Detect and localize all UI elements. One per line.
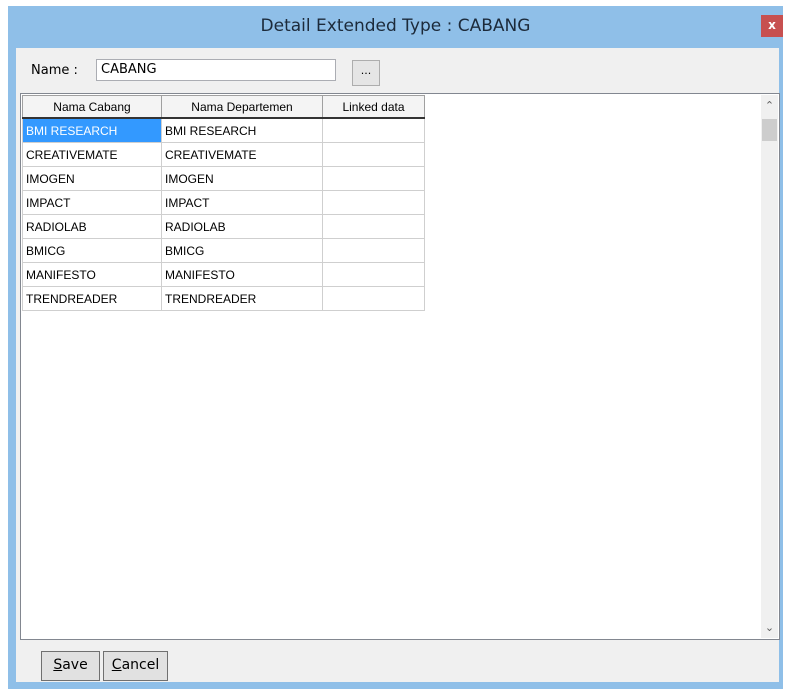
column-header-nama-cabang[interactable]: Nama Cabang bbox=[22, 95, 162, 119]
cell-linked-data[interactable] bbox=[322, 214, 425, 239]
cell-nama-departemen[interactable]: IMPACT bbox=[161, 190, 323, 215]
cell-nama-departemen[interactable]: CREATIVEMATE bbox=[161, 142, 323, 167]
save-label: ave bbox=[62, 657, 88, 673]
cell-linked-data[interactable] bbox=[322, 142, 425, 167]
table-row[interactable]: BMICG BMICG bbox=[22, 238, 425, 263]
save-mnemonic: S bbox=[53, 657, 63, 673]
dialog-body: Name : CABANG ... Nama Cabang Nama Depar… bbox=[16, 48, 780, 682]
name-label: Name : bbox=[31, 63, 78, 78]
cell-linked-data[interactable] bbox=[322, 166, 425, 191]
scroll-down-icon[interactable]: ⌄ bbox=[761, 619, 778, 636]
table-row[interactable]: RADIOLAB RADIOLAB bbox=[22, 214, 425, 239]
cell-nama-departemen[interactable]: BMI RESEARCH bbox=[161, 117, 323, 143]
browse-button[interactable]: ... bbox=[352, 60, 380, 86]
column-header-linked-data[interactable]: Linked data bbox=[322, 95, 425, 119]
table-row[interactable]: TRENDREADER TRENDREADER bbox=[22, 286, 425, 311]
cell-nama-departemen[interactable]: BMICG bbox=[161, 238, 323, 263]
cell-nama-departemen[interactable]: MANIFESTO bbox=[161, 262, 323, 287]
window-title: Detail Extended Type : CABANG bbox=[260, 16, 531, 36]
cell-nama-cabang[interactable]: TRENDREADER bbox=[22, 286, 162, 311]
cell-nama-cabang[interactable]: BMICG bbox=[22, 238, 162, 263]
title-bar[interactable]: Detail Extended Type : CABANG x bbox=[8, 6, 783, 48]
scroll-thumb[interactable] bbox=[762, 119, 777, 141]
cancel-mnemonic: C bbox=[111, 657, 122, 673]
grid-table: Nama Cabang Nama Departemen Linked data … bbox=[22, 95, 425, 311]
cell-nama-cabang[interactable]: IMPACT bbox=[22, 190, 162, 215]
vertical-scrollbar[interactable]: ⌃ ⌄ bbox=[761, 95, 778, 638]
header-row: Nama Cabang Nama Departemen Linked data bbox=[22, 95, 425, 119]
cell-nama-cabang[interactable]: MANIFESTO bbox=[22, 262, 162, 287]
column-header-nama-departemen[interactable]: Nama Departemen bbox=[161, 95, 323, 119]
cell-nama-cabang[interactable]: BMI RESEARCH bbox=[22, 117, 162, 143]
cell-nama-departemen[interactable]: RADIOLAB bbox=[161, 214, 323, 239]
cell-nama-cabang[interactable]: IMOGEN bbox=[22, 166, 162, 191]
cell-nama-cabang[interactable]: CREATIVEMATE bbox=[22, 142, 162, 167]
table-row[interactable]: IMOGEN IMOGEN bbox=[22, 166, 425, 191]
dialog-window: Detail Extended Type : CABANG x Name : C… bbox=[8, 6, 783, 689]
cancel-button[interactable]: Cancel bbox=[103, 651, 168, 681]
cell-nama-cabang[interactable]: RADIOLAB bbox=[22, 214, 162, 239]
cell-linked-data[interactable] bbox=[322, 117, 425, 143]
cell-linked-data[interactable] bbox=[322, 262, 425, 287]
cell-linked-data[interactable] bbox=[322, 286, 425, 311]
table-row[interactable]: CREATIVEMATE CREATIVEMATE bbox=[22, 142, 425, 167]
cell-linked-data[interactable] bbox=[322, 190, 425, 215]
table-row[interactable]: BMI RESEARCH BMI RESEARCH bbox=[22, 117, 425, 143]
name-input[interactable]: CABANG bbox=[96, 59, 336, 81]
cancel-label: ancel bbox=[121, 657, 160, 673]
cell-nama-departemen[interactable]: TRENDREADER bbox=[161, 286, 323, 311]
table-row[interactable]: IMPACT IMPACT bbox=[22, 190, 425, 215]
close-icon: x bbox=[768, 18, 776, 32]
save-button[interactable]: Save bbox=[41, 651, 100, 681]
cell-linked-data[interactable] bbox=[322, 238, 425, 263]
scroll-up-icon[interactable]: ⌃ bbox=[761, 97, 778, 114]
data-grid[interactable]: Nama Cabang Nama Departemen Linked data … bbox=[20, 93, 780, 640]
table-row[interactable]: MANIFESTO MANIFESTO bbox=[22, 262, 425, 287]
cell-nama-departemen[interactable]: IMOGEN bbox=[161, 166, 323, 191]
close-button[interactable]: x bbox=[761, 15, 783, 37]
